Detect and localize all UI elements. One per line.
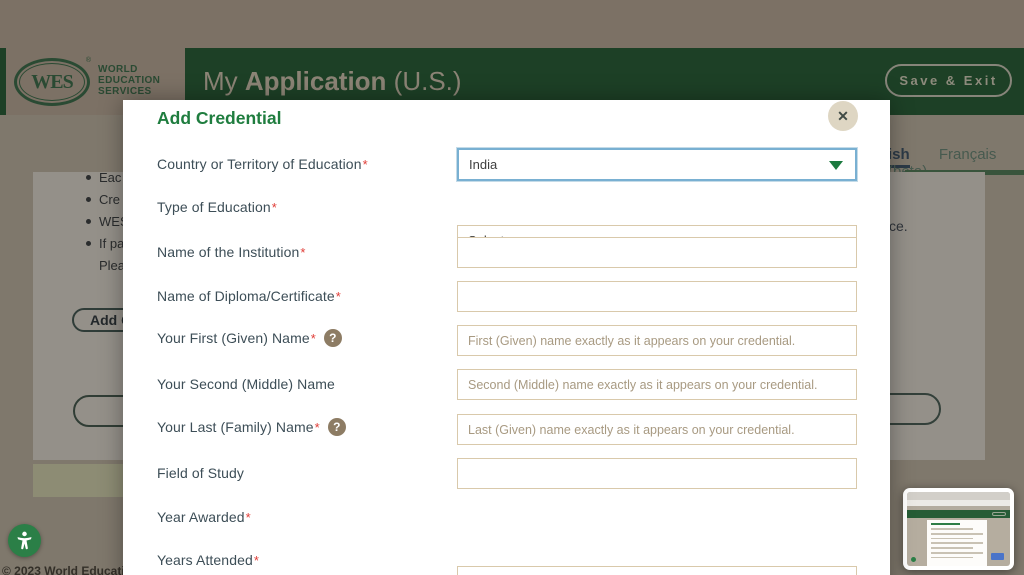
registered-mark: ® <box>86 57 91 64</box>
mini-green-header <box>907 510 1010 518</box>
first-name-label: Your First (Given) Name*? <box>157 329 342 347</box>
mini-blue-button <box>991 553 1004 560</box>
screenshot-preview-thumbnail[interactable] <box>903 488 1014 570</box>
accessibility-widget-button[interactable] <box>8 524 41 557</box>
first-name-input[interactable] <box>457 325 857 356</box>
label-text: Your Second (Middle) Name <box>157 376 335 392</box>
info-band <box>33 464 123 497</box>
middle-name-label: Your Second (Middle) Name <box>157 376 335 393</box>
close-icon[interactable]: ✕ <box>828 101 858 131</box>
wes-logo-oval-icon: WES ® <box>14 58 90 106</box>
middle-name-input[interactable] <box>457 369 857 400</box>
page-title-suffix: (U.S.) <box>386 66 461 96</box>
copyright-text: © 2023 World Educatio <box>2 564 132 575</box>
list-item-text: If pa <box>99 236 124 251</box>
add-credential-modal: Add Credential ✕ Country or Territory of… <box>123 100 890 575</box>
institution-label: Name of the Institution* <box>157 244 306 261</box>
bullet-icon <box>86 197 91 202</box>
label-text: Name of the Institution <box>157 244 299 260</box>
country-select[interactable]: India <box>457 148 857 181</box>
year-awarded-select[interactable]: Select... <box>457 566 857 575</box>
field-of-study-input[interactable] <box>457 458 857 489</box>
page-title-prefix: My <box>203 66 245 96</box>
label-text: Field of Study <box>157 465 244 481</box>
country-label: Country or Territory of Education* <box>157 156 368 173</box>
required-asterisk: * <box>336 289 341 304</box>
years-attended-label: Years Attended* <box>157 552 259 569</box>
last-name-input[interactable] <box>457 414 857 445</box>
label-text: Country or Territory of Education <box>157 156 362 172</box>
label-text: Year Awarded <box>157 509 245 525</box>
list-item-text: Eac <box>99 170 121 185</box>
required-asterisk: * <box>311 331 316 346</box>
mini-modal <box>927 520 987 566</box>
mini-browser-chrome <box>907 492 1010 500</box>
label-text: Your Last (Family) Name <box>157 419 314 435</box>
bullet-icon <box>86 175 91 180</box>
required-asterisk: * <box>300 245 305 260</box>
help-icon[interactable]: ? <box>328 418 346 436</box>
bullet-icon <box>86 241 91 246</box>
label-text: Years Attended <box>157 552 253 568</box>
education-type-label: Type of Education* <box>157 199 277 216</box>
screenshot-preview-image <box>907 492 1010 566</box>
mini-accessibility-dot <box>911 557 916 562</box>
required-asterisk: * <box>315 420 320 435</box>
chevron-down-icon <box>829 161 843 170</box>
list-item-text: Cre <box>99 192 120 207</box>
page-title-bold: Application <box>245 66 387 96</box>
required-asterisk: * <box>272 200 277 215</box>
required-asterisk: * <box>246 510 251 525</box>
country-select-value: India <box>469 157 497 172</box>
diploma-input[interactable] <box>457 281 857 312</box>
wes-logo-acronym: WES <box>19 63 85 101</box>
field-of-study-label: Field of Study <box>157 465 244 482</box>
accessibility-person-icon <box>14 530 35 551</box>
modal-title: Add Credential <box>157 108 281 129</box>
save-exit-button[interactable]: Save & Exit <box>885 64 1012 97</box>
required-asterisk: * <box>254 553 259 568</box>
card-text-fragment: ce. <box>889 218 908 234</box>
diploma-label: Name of Diploma/Certificate* <box>157 288 341 305</box>
institution-input[interactable] <box>457 237 857 268</box>
label-text: Name of Diploma/Certificate <box>157 288 335 304</box>
required-asterisk: * <box>363 157 368 172</box>
help-icon[interactable]: ? <box>324 329 342 347</box>
label-text: Type of Education <box>157 199 271 215</box>
bullet-icon <box>86 219 91 224</box>
wes-logo-wordmark: WORLD EDUCATION SERVICES <box>98 64 160 97</box>
year-awarded-label: Year Awarded* <box>157 509 251 526</box>
page-title: My Application (U.S.) <box>203 66 462 97</box>
label-text: Your First (Given) Name <box>157 330 310 346</box>
last-name-label: Your Last (Family) Name*? <box>157 418 346 436</box>
